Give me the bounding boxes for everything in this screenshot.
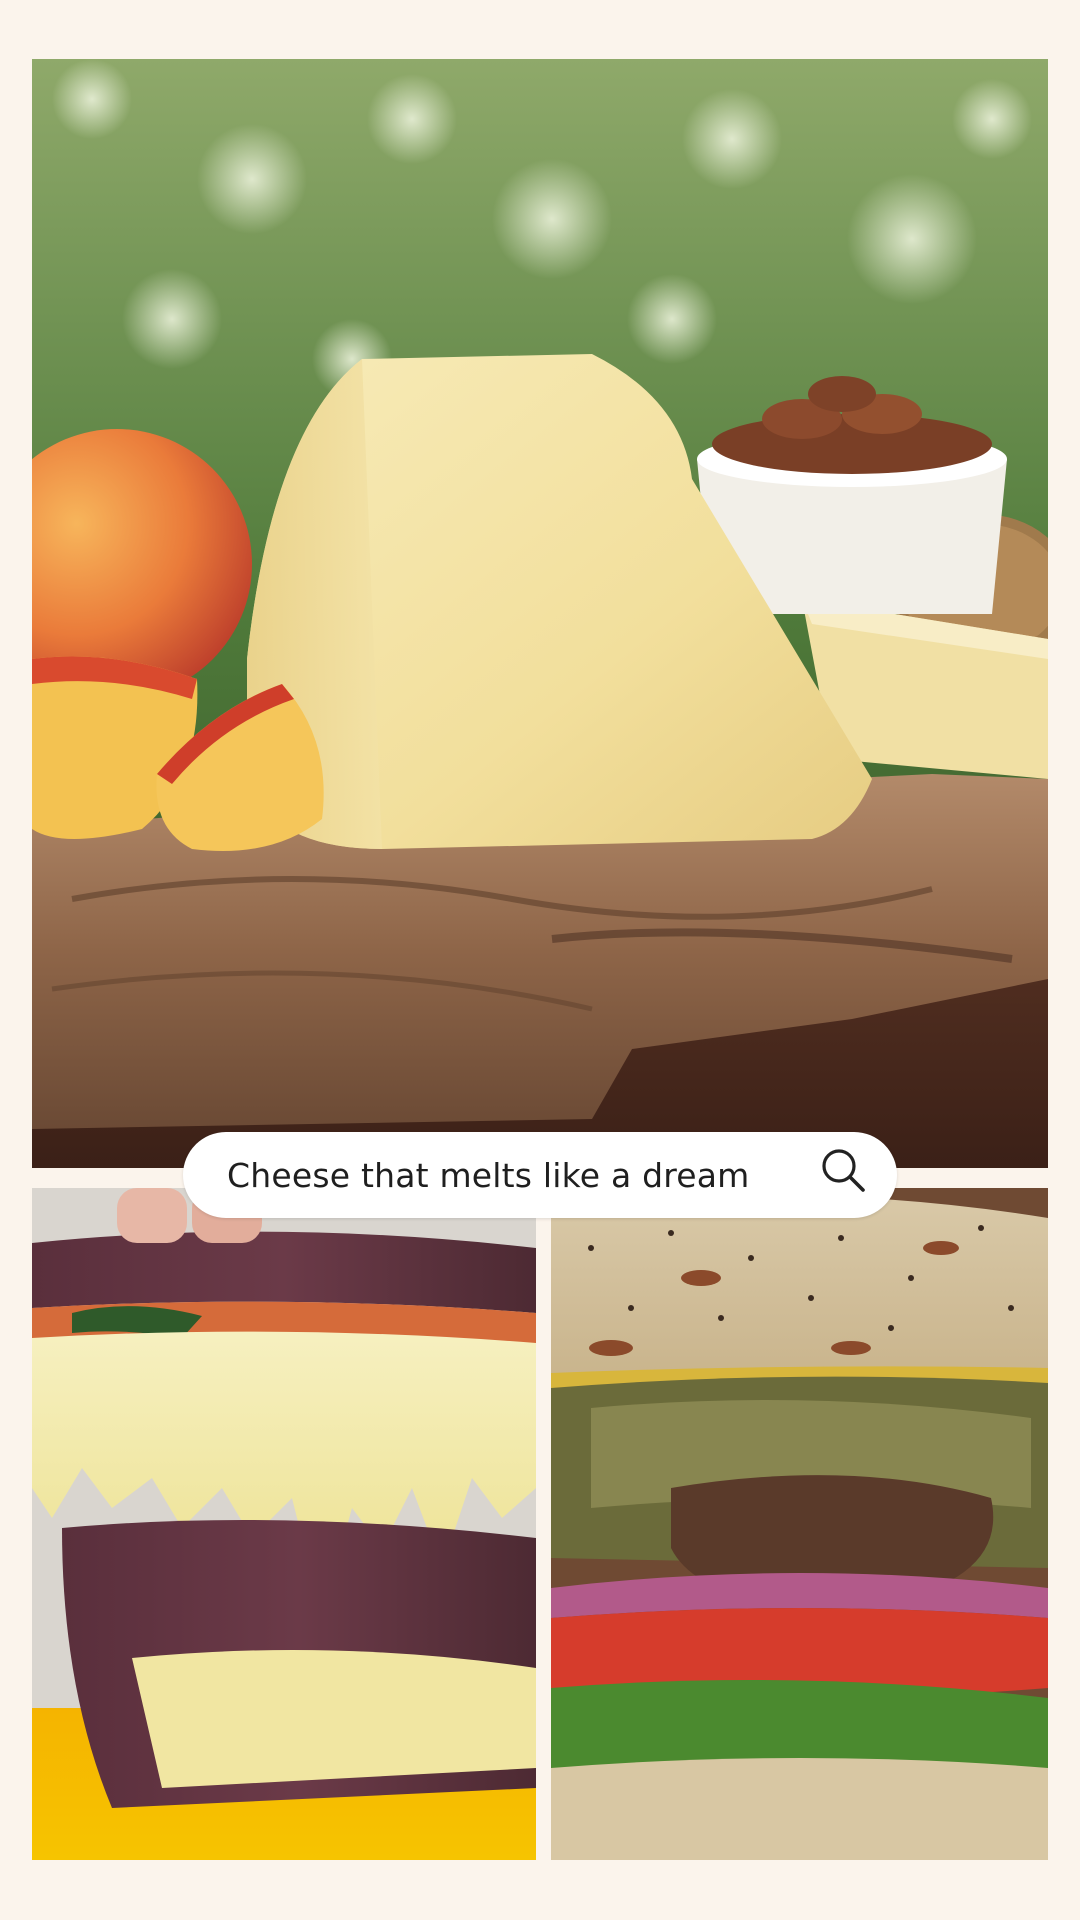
cheese-board-photo[interactable] xyxy=(32,59,1048,1168)
page: Cheese that melts like a dream xyxy=(0,0,1080,1920)
search-query-text: Cheese that melts like a dream xyxy=(227,1155,750,1195)
cheese-board-illustration xyxy=(32,59,1048,1168)
burger-photo[interactable] xyxy=(551,1188,1048,1860)
grilled-cheese-illustration xyxy=(32,1188,536,1860)
search-icon[interactable] xyxy=(819,1146,867,1194)
burger-illustration xyxy=(551,1188,1048,1860)
search-bar[interactable]: Cheese that melts like a dream xyxy=(183,1132,897,1218)
grilled-cheese-photo[interactable] xyxy=(32,1188,536,1860)
